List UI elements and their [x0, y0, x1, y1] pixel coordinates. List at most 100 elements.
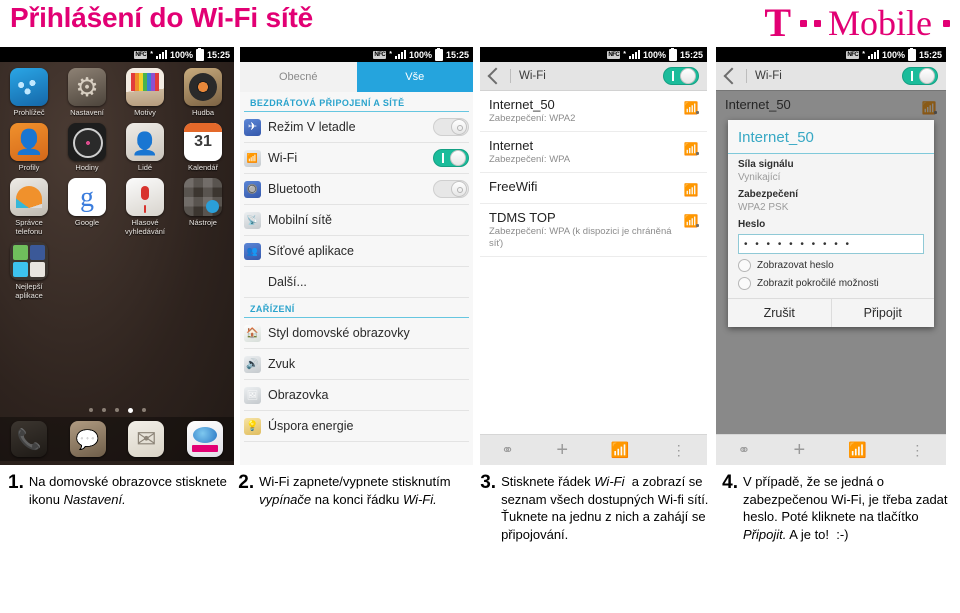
settings-row-airplane[interactable]: Režim V letadle: [244, 112, 469, 143]
connect-button[interactable]: Připojit: [830, 299, 935, 327]
app-shortcut[interactable]: Hlasové vyhledávání: [116, 178, 174, 236]
app-shortcut[interactable]: Google: [58, 178, 116, 236]
wifi-action-bar: Wi-Fi: [480, 62, 707, 91]
signal-bars-icon: [394, 50, 406, 59]
wps-icon[interactable]: ⚭: [501, 443, 514, 458]
settings-row-network-apps[interactable]: Síťové aplikace: [244, 236, 469, 267]
add-icon[interactable]: +: [793, 440, 805, 460]
tab-obecne[interactable]: Obecné: [240, 62, 357, 92]
phone-screenshot-settings: NFC * 100% 15:25 Obecné Vše BEZDRÁTOVÁ P…: [240, 47, 473, 465]
settings-row-label: Úspora energie: [268, 419, 354, 433]
app-shortcut-settings[interactable]: Nastavení: [58, 68, 116, 117]
status-bar: NFC * 100% 15:25: [716, 47, 946, 62]
battery-percent: 100%: [408, 49, 432, 60]
wifi-action-bar: Wi-Fi: [716, 62, 946, 91]
scan-icon[interactable]: 📶: [848, 443, 867, 458]
best-apps-folder-icon: [10, 242, 48, 280]
settings-row-battery-saver[interactable]: Úspora energie: [244, 411, 469, 442]
app-shortcut[interactable]: Hodiny: [58, 123, 116, 172]
phone-screenshot-password-dialog: NFC * 100% 15:25 Wi-Fi Internet_50: [716, 47, 946, 465]
nfc-icon: NFC: [846, 50, 860, 59]
step-number: 4.: [722, 472, 739, 493]
app-shortcut[interactable]: Nástroje: [174, 178, 232, 236]
asterisk-icon: *: [389, 51, 392, 58]
phone-icon[interactable]: [11, 421, 48, 457]
network-apps-icon: [244, 242, 261, 260]
clock-text: 15:25: [679, 49, 703, 60]
mail-icon[interactable]: [128, 421, 165, 457]
network-row[interactable]: FreeWifi: [480, 173, 707, 204]
status-bar: NFC * 100% 15:25: [0, 47, 234, 62]
checkbox-icon[interactable]: [738, 259, 751, 272]
step-1: 1. Na domovské obrazovce stisknete ikonu…: [0, 473, 230, 613]
network-row[interactable]: Internet Zabezpečení: WPA: [480, 132, 707, 173]
settings-row-more[interactable]: Další...: [244, 267, 469, 298]
field-value: Vynikající: [738, 172, 781, 183]
app-shortcut[interactable]: Kalendář: [174, 123, 232, 172]
wifi-toggle[interactable]: [902, 67, 938, 85]
step-3: 3. Stisknete řádek Wi-Fi a zobrazí se se…: [472, 473, 714, 613]
bluetooth-toggle[interactable]: [433, 180, 469, 198]
cancel-button[interactable]: Zrušit: [728, 299, 831, 327]
tmobile-dots-right: [943, 19, 950, 27]
advanced-options-checkbox-row[interactable]: Zobrazit pokročilé možnosti: [728, 272, 934, 290]
phone-manager-icon: [10, 178, 48, 216]
show-password-checkbox-row[interactable]: Zobrazovat heslo: [728, 254, 934, 272]
wifi-toggle[interactable]: [663, 67, 699, 85]
section-header-wireless: BEZDRÁTOVÁ PŘIPOJENÍ A SÍTĚ: [244, 92, 469, 112]
settings-row-label: Zvuk: [268, 357, 296, 371]
network-name: FreeWifi: [489, 179, 538, 194]
battery-percent: 100%: [169, 49, 193, 60]
airplane-icon: [244, 118, 261, 136]
wifi-signal-icon: [683, 183, 699, 197]
wifi-title: Wi-Fi: [519, 70, 546, 82]
add-icon[interactable]: +: [556, 440, 568, 460]
network-security: Zabezpečení: WPA (k dispozici je chráněn…: [489, 226, 672, 249]
network-row[interactable]: Internet_50 Zabezpečení: WPA2: [480, 91, 707, 132]
settings-row-label: Obrazovka: [268, 388, 329, 402]
airplane-toggle[interactable]: [433, 118, 469, 136]
battery-icon: [907, 47, 916, 61]
network-name: Internet: [489, 138, 534, 153]
settings-row-home-style[interactable]: Styl domovské obrazovky: [244, 318, 469, 349]
store-icon[interactable]: [186, 421, 223, 457]
app-shortcut[interactable]: Prohlížeč: [0, 68, 58, 117]
password-input[interactable]: • • • • • • • • • •: [738, 234, 924, 254]
settings-row-display[interactable]: Obrazovka: [244, 380, 469, 411]
app-shortcut[interactable]: Profily: [0, 123, 58, 172]
app-label: Správce telefonu: [15, 218, 43, 236]
tmobile-dots-left: [800, 19, 821, 27]
network-row[interactable]: TDMS TOP Zabezpečení: WPA (k dispozici j…: [480, 204, 707, 257]
app-shortcut[interactable]: Správce telefonu: [0, 178, 58, 236]
app-label: Hudba: [191, 108, 215, 117]
app-label: Lidé: [137, 163, 153, 172]
settings-row-sound[interactable]: Zvuk: [244, 349, 469, 380]
app-label: Motivy: [134, 108, 156, 117]
back-icon[interactable]: [723, 67, 741, 85]
app-shortcut[interactable]: Nejlepší aplikace: [0, 242, 58, 300]
wifi-bottom-navbar: ⚭ + 📶 ⋮: [480, 434, 707, 465]
app-shortcut[interactable]: Motivy: [116, 68, 174, 117]
asterisk-icon: *: [150, 51, 153, 58]
music-icon: [184, 68, 222, 106]
settings-row-wifi[interactable]: Wi-Fi: [244, 143, 469, 174]
battery-percent: 100%: [881, 49, 905, 60]
overflow-icon[interactable]: ⋮: [910, 443, 924, 457]
app-shortcut[interactable]: Lidé: [116, 123, 174, 172]
password-field-group: Heslo: [728, 214, 934, 231]
step-2: 2. Wi-Fi zapnete/vypnete stisknutím vypí…: [230, 473, 472, 613]
wifi-toggle[interactable]: [433, 149, 469, 167]
phone-screenshot-wifi-list: NFC * 100% 15:25 Wi-Fi Internet_50 Zabez…: [480, 47, 707, 465]
overflow-icon[interactable]: ⋮: [672, 443, 686, 457]
messages-icon[interactable]: [69, 421, 106, 457]
scan-icon[interactable]: 📶: [611, 443, 630, 458]
back-icon[interactable]: [487, 67, 505, 85]
settings-row-mobile-networks[interactable]: Mobilní sítě: [244, 205, 469, 236]
step-number: 3.: [480, 472, 497, 493]
app-shortcut[interactable]: Hudba: [174, 68, 232, 117]
tmobile-t-letter: T: [764, 0, 791, 45]
settings-row-bluetooth[interactable]: Bluetooth: [244, 174, 469, 205]
checkbox-icon[interactable]: [738, 277, 751, 290]
wps-icon[interactable]: ⚭: [738, 443, 751, 458]
tab-vse[interactable]: Vše: [356, 62, 473, 92]
